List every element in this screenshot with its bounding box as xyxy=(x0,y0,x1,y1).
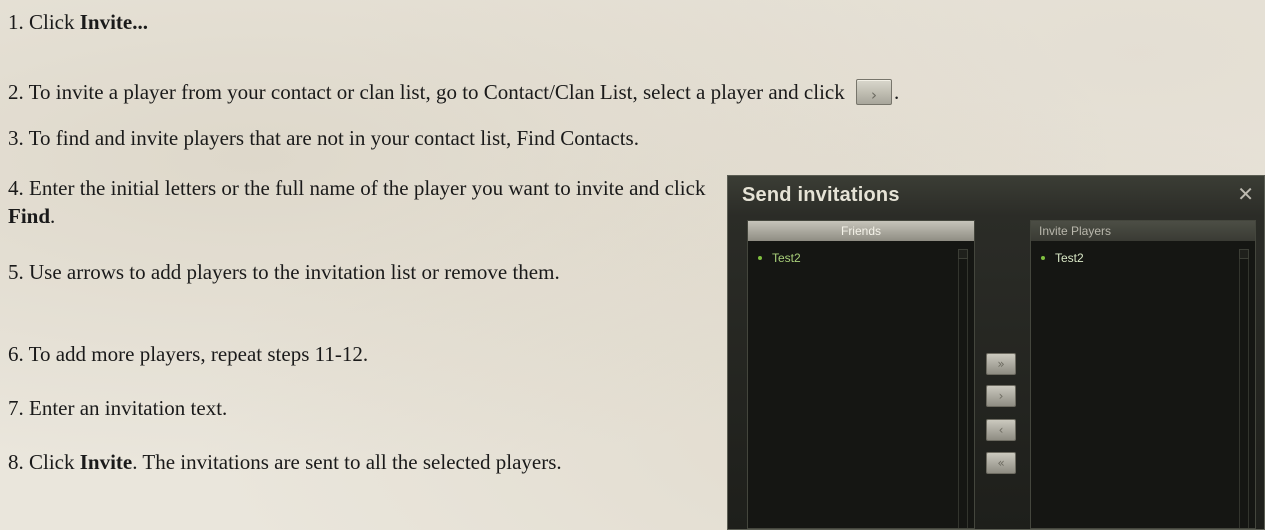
step-3: 3. To find and invite players that are n… xyxy=(8,124,639,152)
step-text: To invite a player from your contact or … xyxy=(28,80,850,104)
chevron-right-icon: › xyxy=(870,86,877,105)
step-text-end: . xyxy=(50,204,56,228)
add-all-button[interactable]: » xyxy=(986,353,1016,375)
step-7: 7. Enter an invitation text. xyxy=(8,394,227,422)
list-item[interactable]: Test2 xyxy=(1031,247,1255,269)
step-bold: Invite xyxy=(79,450,133,474)
step-2: 2. To invite a player from your contact … xyxy=(8,78,899,107)
step-text: To find and invite players that are not … xyxy=(28,126,639,150)
step-text-end: . The invitations are sent to all the se… xyxy=(132,450,562,474)
step-text-end: . xyxy=(893,80,900,104)
step-8: 8. Click Invite. The invitations are sen… xyxy=(8,448,708,476)
step-number: 7. xyxy=(8,396,24,420)
invite-players-panel: Invite Players Test2 xyxy=(1030,220,1256,529)
step-text: Enter an invitation text. xyxy=(29,396,228,420)
remove-button[interactable]: ‹ xyxy=(986,419,1016,441)
add-button[interactable]: › xyxy=(986,385,1016,407)
player-name: Test2 xyxy=(772,251,801,265)
friends-scrollbar[interactable] xyxy=(958,249,968,528)
step-number: 4. xyxy=(8,176,24,200)
friends-panel: Friends Test2 xyxy=(747,220,975,529)
step-number: 8. xyxy=(8,450,24,474)
step-number: 5. xyxy=(8,260,24,284)
invite-scrollbar[interactable] xyxy=(1239,249,1249,528)
online-status-icon xyxy=(758,255,762,260)
step-text: To add more players, repeat steps 11-12. xyxy=(28,342,369,366)
step-bold: Find xyxy=(8,204,51,228)
step-5: 5. Use arrows to add players to the invi… xyxy=(8,258,708,286)
step-number: 6. xyxy=(8,342,24,366)
step-text: Click xyxy=(29,10,80,34)
scroll-up-icon[interactable] xyxy=(1239,249,1249,259)
invite-players-header: Invite Players xyxy=(1031,221,1255,241)
online-status-icon xyxy=(1041,255,1045,260)
dialog-title: Send invitations xyxy=(742,184,900,206)
send-invitations-dialog: Send invitations ✕ Friends Test2 » › ‹ «… xyxy=(727,175,1265,530)
step-text: Click xyxy=(29,450,80,474)
friends-tab[interactable]: Friends xyxy=(748,221,974,241)
step-bold: Invite... xyxy=(79,10,148,34)
step-text: Use arrows to add players to the invitat… xyxy=(29,260,560,284)
step-6: 6. To add more players, repeat steps 11-… xyxy=(8,340,368,368)
step-text: Enter the initial letters or the full na… xyxy=(29,176,706,200)
add-player-arrow-button[interactable]: › xyxy=(855,79,892,106)
step-number: 3. xyxy=(8,126,24,150)
list-item[interactable]: Test2 xyxy=(748,247,974,269)
step-number: 2. xyxy=(8,80,24,104)
player-name: Test2 xyxy=(1055,251,1084,265)
remove-all-button[interactable]: « xyxy=(986,452,1016,474)
step-1: 1. Click Invite... xyxy=(8,8,148,36)
scroll-up-icon[interactable] xyxy=(958,249,968,259)
step-4: 4. Enter the initial letters or the full… xyxy=(8,174,708,230)
step-number: 1. xyxy=(8,10,24,34)
close-icon[interactable]: ✕ xyxy=(1237,182,1254,206)
